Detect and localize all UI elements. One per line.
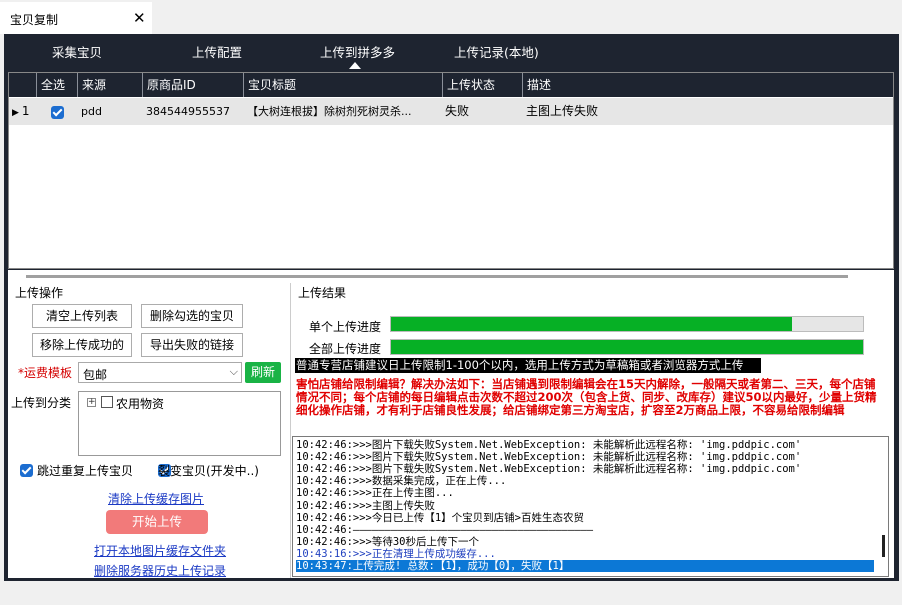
freight-select[interactable]: 包邮 ⌵: [78, 362, 242, 383]
clear-cache-link[interactable]: 清除上传缓存图片: [108, 490, 204, 507]
remove-success-button[interactable]: 移除上传成功的: [32, 333, 132, 357]
nav-upload-pdd[interactable]: 上传到拼多多: [320, 42, 395, 61]
upload-ops-title: 上传操作: [15, 286, 64, 300]
horizontal-scrollbar[interactable]: [26, 275, 848, 278]
nav-upload-records[interactable]: 上传记录(本地): [454, 42, 539, 61]
cell-id: 384544955537: [146, 105, 230, 118]
cell-source: pdd: [81, 105, 102, 118]
header-original-id[interactable]: 原商品ID: [143, 73, 244, 97]
export-failed-button[interactable]: 导出失败的链接: [141, 333, 243, 357]
nav-upload-config[interactable]: 上传配置: [192, 42, 242, 61]
freight-label-text: 运费模板: [24, 366, 73, 380]
log-scrollbar[interactable]: [882, 535, 885, 557]
refresh-button[interactable]: 刷新: [245, 362, 281, 383]
cell-desc: 主图上传失败: [526, 104, 599, 118]
upload-log[interactable]: 10:42:46:>>>图片下载失败System.Net.WebExceptio…: [292, 436, 889, 577]
log-line: 10:42:46:>>>主图上传失败: [296, 499, 435, 512]
tab-title: 宝贝复制: [10, 13, 59, 27]
log-line: 10:42:46:>>>今日已上传【1】个宝贝到店铺>百姓生态农贸: [296, 511, 585, 524]
log-line: 10:42:46:>>>数据采集完成，正在上传...: [296, 475, 507, 488]
results-title: 上传结果: [298, 286, 347, 300]
log-line: 10:42:46:>>>图片下载失败System.Net.WebExceptio…: [296, 463, 802, 476]
header-title[interactable]: 宝贝标题: [244, 73, 443, 97]
close-icon[interactable]: ✕: [133, 9, 146, 27]
split-variant-label[interactable]: 裂变宝贝(开发中..): [158, 462, 259, 479]
log-line: 10:42:46:———————————————————————————————…: [296, 523, 594, 536]
header-select-all[interactable]: 全选: [37, 73, 78, 97]
upload-limit-notice: 普通专营店铺建议日上传限制1-100个以内，选用上传方式为草稿箱或者浏览器方式上…: [295, 358, 761, 373]
nav-bar: 采集宝贝 上传配置 上传到拼多多 上传记录(本地): [4, 34, 899, 70]
category-label: 上传到分类: [11, 396, 72, 410]
freight-label: *运费模板: [18, 364, 72, 381]
total-progress-label: 全部上传进度: [309, 342, 382, 356]
header-status[interactable]: 上传状态: [443, 73, 523, 97]
active-tab-caret: [349, 62, 361, 69]
row-index: 1: [21, 104, 30, 118]
log-line: 10:42:46:>>>正在上传主图...: [296, 487, 454, 500]
skip-dup-checkbox[interactable]: [20, 464, 33, 477]
tree-item-agri[interactable]: 农用物资: [116, 395, 164, 412]
log-line: 10:43:47:上传完成! 总数:【1】，成功【0】，失败【1】: [296, 560, 874, 572]
checkbox-checked-icon[interactable]: [51, 105, 64, 119]
log-line: 10:43:16:>>>正在清理上传成功缓存...: [296, 547, 496, 560]
header-source[interactable]: 来源: [78, 73, 143, 97]
grid-header: 全选 来源 原商品ID 宝贝标题 上传状态 描述: [9, 73, 893, 97]
category-tree[interactable]: + 农用物资: [78, 391, 281, 456]
tab-baobei-copy[interactable]: 宝贝复制 ✕: [0, 2, 152, 34]
log-line: 10:42:46:>>>图片下载失败System.Net.WebExceptio…: [296, 439, 802, 451]
tree-checkbox[interactable]: [101, 396, 113, 408]
row-checkbox[interactable]: [37, 98, 78, 125]
panel-divider: [290, 283, 291, 578]
skip-dup-label[interactable]: 跳过重复上传宝贝: [37, 462, 133, 479]
delete-history-link[interactable]: 删除服务器历史上传记录: [94, 562, 226, 579]
cell-status: 失败: [445, 104, 470, 118]
single-progress-label: 单个上传进度: [309, 320, 382, 334]
freight-value: 包邮: [83, 368, 108, 382]
row-indicator: ▶ 1: [12, 104, 30, 118]
header-desc[interactable]: 描述: [523, 73, 893, 97]
table-row[interactable]: ▶ 1 pdd 384544955537 【大树连根拔】除树剂死树灵杀... 失败…: [9, 98, 893, 125]
cell-title: 【大树连根拔】除树剂死树灵杀...: [247, 105, 412, 118]
single-progress-fill: [391, 317, 793, 331]
edit-limit-warning: 害怕店铺给限制编辑？解决办法如下：当店铺遇到限制编辑会在15天内解除，一般隔天或…: [296, 377, 877, 417]
delete-checked-button[interactable]: 删除勾选的宝贝: [141, 304, 243, 328]
clear-list-button[interactable]: 清空上传列表: [32, 304, 132, 328]
start-upload-button[interactable]: 开始上传: [106, 510, 208, 534]
grid-header-rownum: [9, 73, 37, 97]
expand-icon[interactable]: +: [87, 398, 96, 407]
nav-collect[interactable]: 采集宝贝: [52, 42, 102, 61]
log-line: 10:42:46:>>>等待30秒后上传下一个: [296, 535, 480, 548]
total-progress-fill: [391, 340, 863, 354]
log-line: 10:42:46:>>>图片下载失败System.Net.WebExceptio…: [296, 451, 802, 464]
single-progress-bar: [390, 316, 864, 332]
chevron-down-icon[interactable]: ⌵: [230, 365, 238, 379]
product-grid: 全选 来源 原商品ID 宝贝标题 上传状态 描述 ▶ 1 pdd 38454495…: [8, 72, 894, 269]
total-progress-bar: [390, 339, 864, 355]
open-cache-folder-link[interactable]: 打开本地图片缓存文件夹: [94, 542, 226, 559]
